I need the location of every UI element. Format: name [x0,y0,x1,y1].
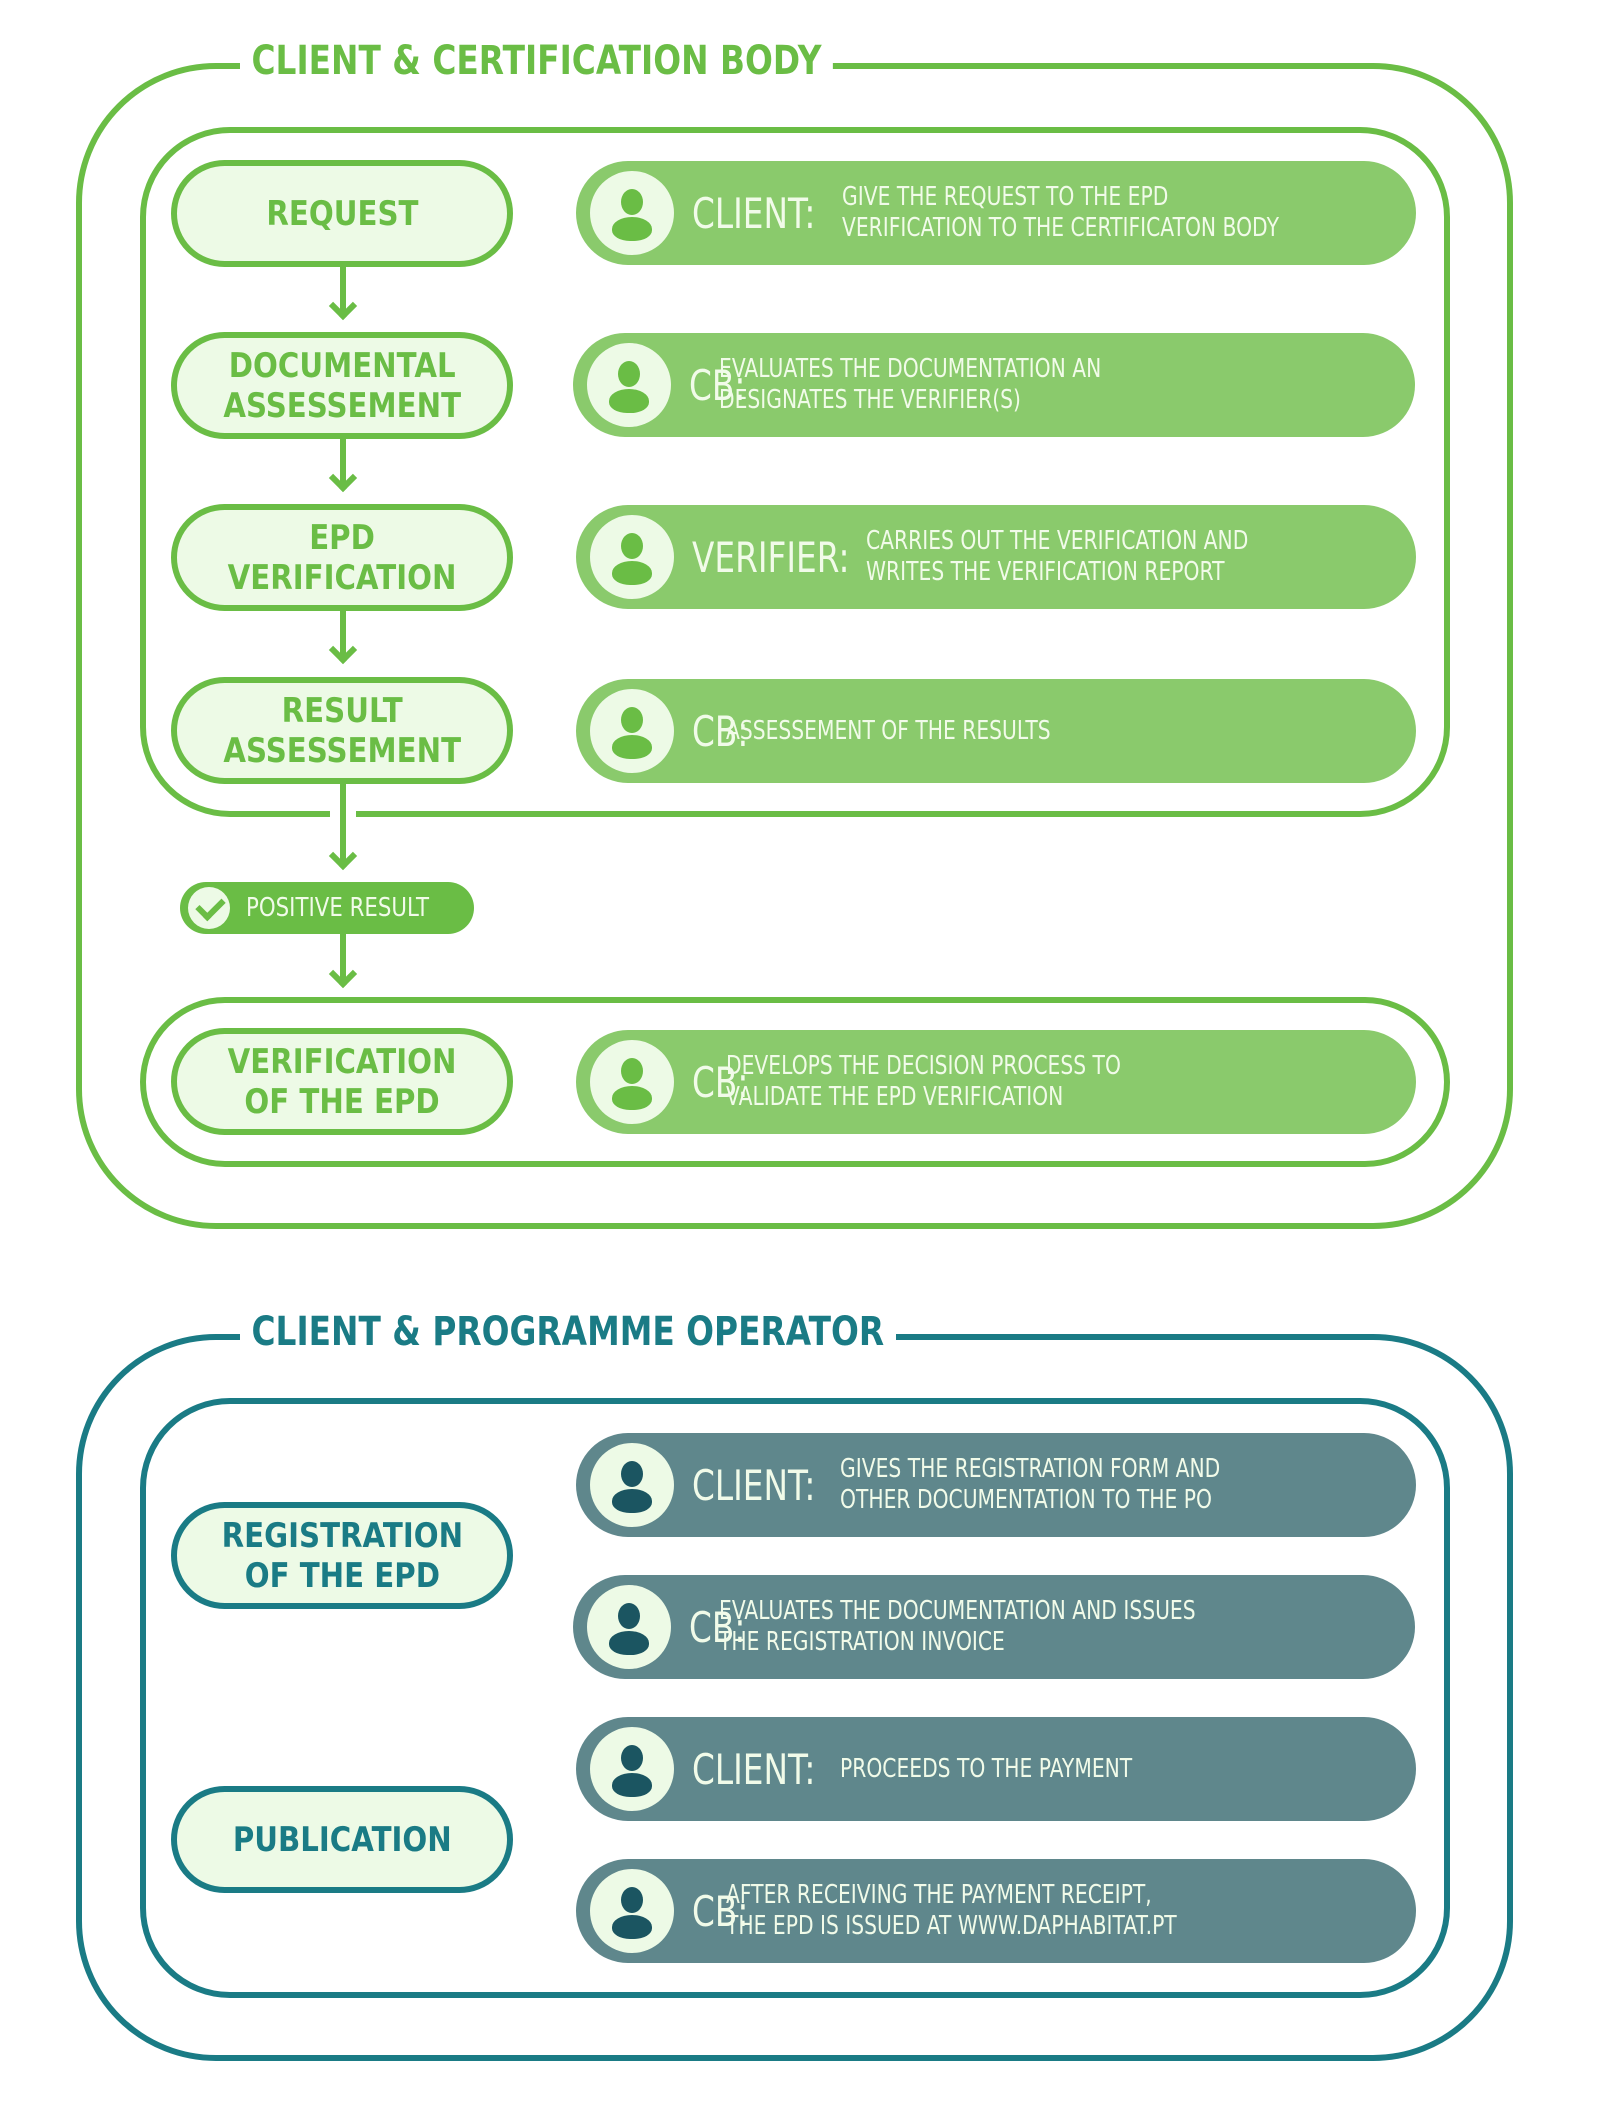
action-text: GIVES THE REGISTRATION FORM AND OTHER DO… [840,1454,1221,1515]
action-client-payment: CLIENT: PROCEEDS TO THE PAYMENT [576,1717,1416,1821]
stage-registration-of-epd: REGISTRATION OF THE EPD [171,1502,513,1609]
person-icon [590,1040,674,1124]
action-client-request: CLIENT: GIVE THE REQUEST TO THE EPD VERI… [576,161,1416,265]
person-icon [590,171,674,255]
action-text: AFTER RECEIVING THE PAYMENT RECEIPT, THE… [726,1880,1178,1941]
stage-label: REGISTRATION OF THE EPD [221,1515,463,1596]
action-text: EVALUATES THE DOCUMENTATION AND ISSUES T… [719,1596,1196,1657]
stage-verification-of-epd: VERIFICATION OF THE EPD [171,1028,513,1135]
section-title: CLIENT & CERTIFICATION BODY [240,38,833,84]
stage-label: RESULT ASSESSEMENT [223,690,461,771]
stage-publication: PUBLICATION [171,1786,513,1893]
person-icon [590,1869,674,1953]
person-icon [590,1443,674,1527]
stage-documental-assessement: DOCUMENTAL ASSESSEMENT [171,332,513,439]
stage-label: REQUEST [265,193,419,234]
action-cb-decision: CB: DEVELOPS THE DECISION PROCESS TO VAL… [576,1030,1416,1134]
action-text: ASSESSEMENT OF THE RESULTS [726,715,1051,746]
person-icon [587,1585,671,1669]
stage-request: REQUEST [171,160,513,267]
positive-result-badge: POSITIVE RESULT [180,882,474,934]
role-label: VERIFIER: [692,532,850,582]
action-verifier: VERIFIER: CARRIES OUT THE VERIFICATION A… [576,505,1416,609]
section-title: CLIENT & PROGRAMME OPERATOR [240,1309,896,1355]
stage-result-assessement: RESULT ASSESSEMENT [171,677,513,784]
stage-label: PUBLICATION [232,1819,452,1860]
person-icon [590,1727,674,1811]
check-circle-icon [188,887,230,929]
person-icon [590,515,674,599]
action-cb-evaluates: CB: EVALUATES THE DOCUMENTATION AN DESIG… [573,333,1415,437]
person-icon [590,689,674,773]
action-cb-invoice: CB: EVALUATES THE DOCUMENTATION AND ISSU… [573,1575,1415,1679]
action-client-registration: CLIENT: GIVES THE REGISTRATION FORM AND … [576,1433,1416,1537]
positive-result-label: POSITIVE RESULT [246,893,430,923]
role-label: CLIENT: [692,188,816,238]
action-text: DEVELOPS THE DECISION PROCESS TO VALIDAT… [726,1051,1122,1112]
action-cb-assessment: CB: ASSESSEMENT OF THE RESULTS [576,679,1416,783]
stage-label: EPD VERIFICATION [227,517,457,598]
role-label: CLIENT: [692,1460,816,1510]
stage-label: VERIFICATION OF THE EPD [227,1041,457,1122]
stage-epd-verification: EPD VERIFICATION [171,504,513,611]
action-cb-issue-epd: CB: AFTER RECEIVING THE PAYMENT RECEIPT,… [576,1859,1416,1963]
action-text: PROCEEDS TO THE PAYMENT [840,1753,1133,1784]
role-label: CLIENT: [692,1744,816,1794]
action-text: EVALUATES THE DOCUMENTATION AN DESIGNATE… [719,354,1102,415]
action-text: CARRIES OUT THE VERIFICATION AND WRITES … [865,526,1249,587]
stage-label: DOCUMENTAL ASSESSEMENT [223,345,461,426]
person-icon [587,343,671,427]
action-text: GIVE THE REQUEST TO THE EPD VERIFICATION… [842,182,1280,243]
